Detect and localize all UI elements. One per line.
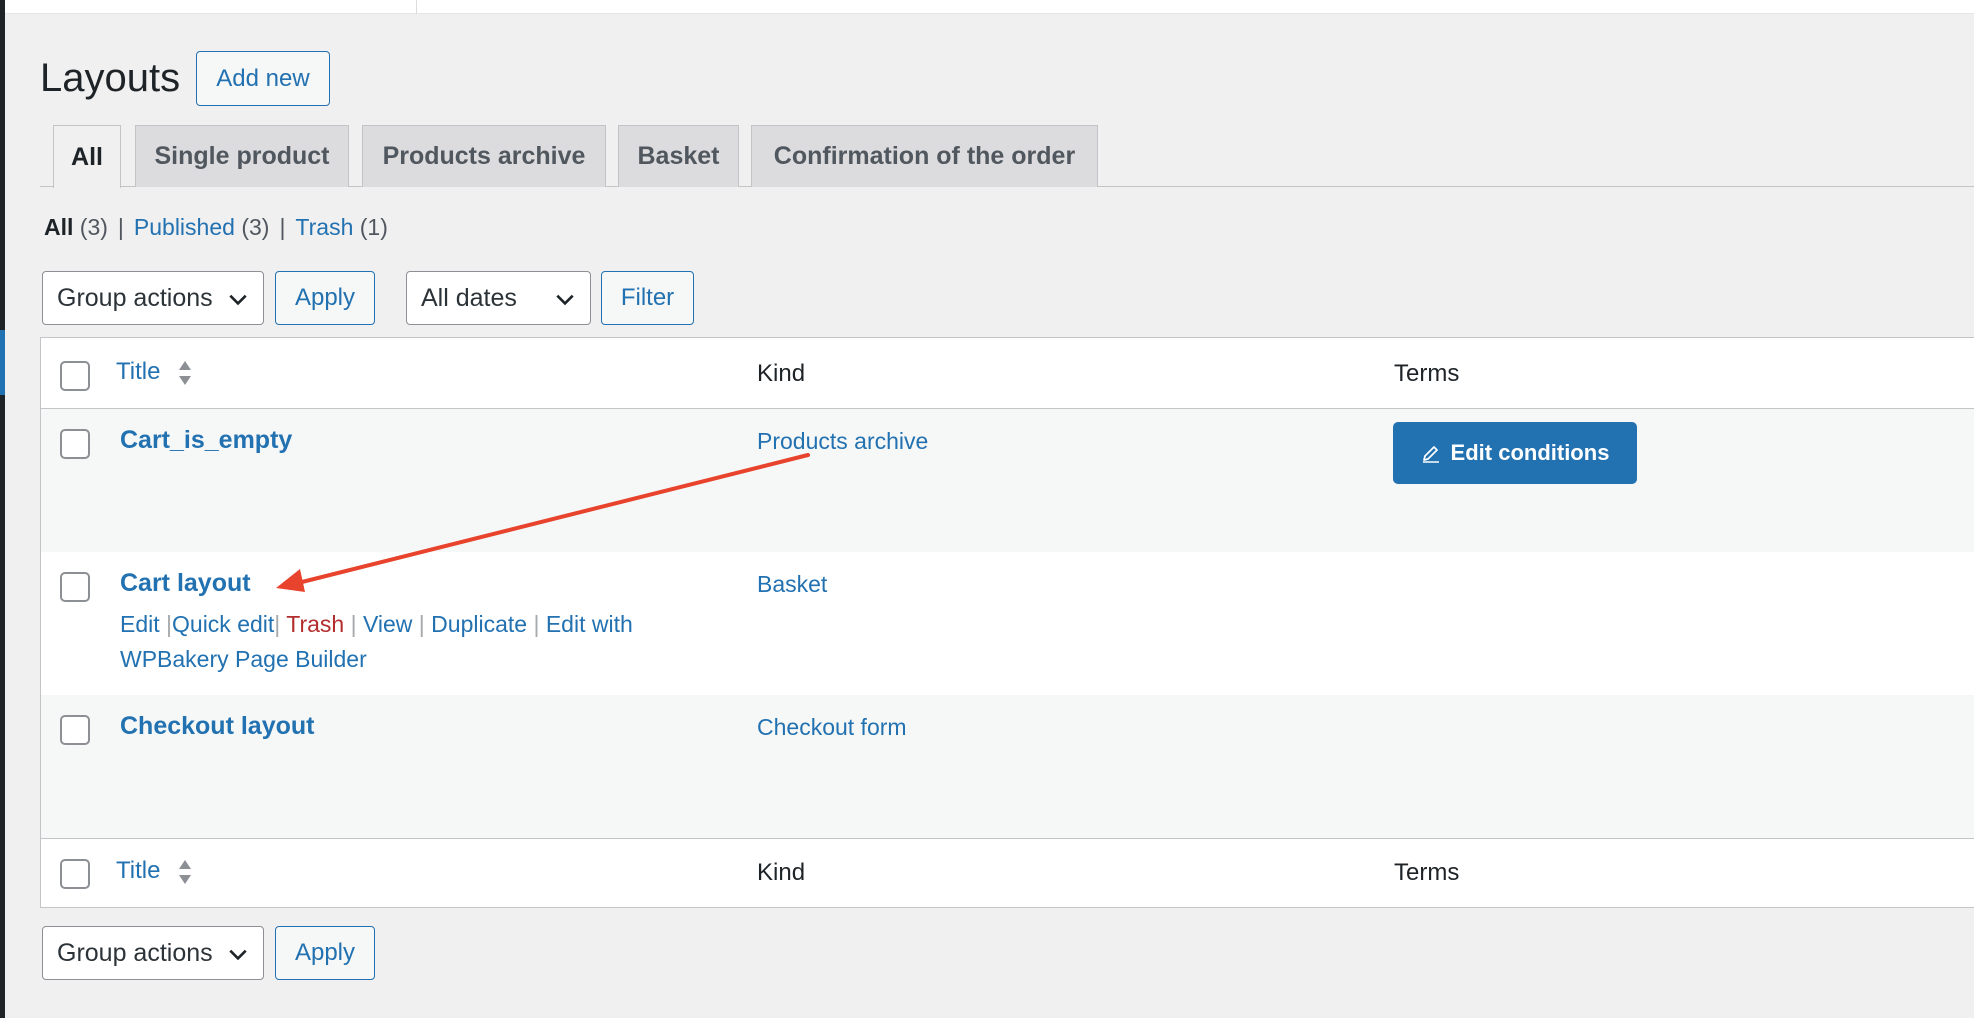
row-action-separator: | <box>274 611 281 637</box>
tab-basket[interactable]: Basket <box>618 125 739 187</box>
column-terms: Terms <box>1394 360 1460 387</box>
row-actions: Edit |Quick edit| Trash | View | Duplica… <box>120 607 700 677</box>
view-separator: | <box>279 214 286 240</box>
row-title-link[interactable]: Cart_is_empty <box>120 426 292 455</box>
apply-button-bottom[interactable]: Apply <box>275 926 375 980</box>
select-all-checkbox[interactable] <box>60 361 90 391</box>
tab-confirmation-of-order[interactable]: Confirmation of the order <box>751 125 1098 187</box>
top-strip-divider <box>416 0 417 14</box>
row-action-separator: | <box>418 611 425 637</box>
edit-conditions-button[interactable]: Edit conditions <box>1393 422 1637 484</box>
row-kind-link[interactable]: Products archive <box>757 428 928 455</box>
view-trash-link[interactable]: Trash <box>295 214 353 240</box>
row-action-separator: | <box>533 611 540 637</box>
chevron-down-icon <box>229 294 247 306</box>
column-terms-footer: Terms <box>1394 859 1460 886</box>
row-action-trash[interactable]: Trash <box>286 611 344 637</box>
dates-filter-select[interactable]: All dates <box>406 271 591 325</box>
apply-button-top[interactable]: Apply <box>275 271 375 325</box>
row-checkbox[interactable] <box>60 572 90 602</box>
column-title-sort-link[interactable]: Title <box>116 358 160 386</box>
table-footer: Title Kind Terms <box>41 839 1974 907</box>
admin-top-strip <box>5 0 1974 14</box>
row-checkbox[interactable] <box>60 715 90 745</box>
chevron-down-icon <box>229 949 247 961</box>
row-checkbox[interactable] <box>60 429 90 459</box>
row-action-quick-edit[interactable]: Quick edit <box>172 611 274 637</box>
view-published-count: (3) <box>241 214 270 240</box>
admin-sidebar-edge <box>0 0 5 1018</box>
column-kind: Kind <box>757 360 806 387</box>
row-action-view[interactable]: View <box>363 611 412 637</box>
sort-arrows-icon[interactable] <box>177 858 193 886</box>
status-filter-links: All (3) | Published (3) | Trash (1) <box>44 212 388 242</box>
view-published-link[interactable]: Published <box>134 214 235 240</box>
tab-all[interactable]: All <box>53 125 121 188</box>
row-kind-link[interactable]: Basket <box>757 571 827 598</box>
bulk-actions-select-top[interactable]: Group actions <box>42 271 264 325</box>
bulk-actions-value: Group actions <box>57 938 213 967</box>
view-all-link[interactable]: All <box>44 214 73 240</box>
table-row: Cart_is_empty Products archive Edit cond… <box>41 409 1974 552</box>
page-title: Layouts <box>40 56 181 100</box>
dates-filter-value: All dates <box>421 283 517 312</box>
row-action-duplicate[interactable]: Duplicate <box>431 611 527 637</box>
table-row: Checkout layout Checkout form <box>41 695 1974 838</box>
select-all-checkbox-footer[interactable] <box>60 859 90 889</box>
view-separator: | <box>117 214 124 240</box>
table-row: Cart layout Edit |Quick edit| Trash | Vi… <box>41 552 1974 695</box>
table-header: Title Kind Terms <box>41 338 1974 408</box>
row-action-edit[interactable]: Edit <box>120 611 160 637</box>
view-all-count: (3) <box>79 214 108 240</box>
row-title-link[interactable]: Cart layout <box>120 569 251 598</box>
row-title-link[interactable]: Checkout layout <box>120 712 314 741</box>
sort-arrows-icon[interactable] <box>177 359 193 387</box>
chevron-down-icon <box>556 294 574 306</box>
row-kind-link[interactable]: Checkout form <box>757 714 907 741</box>
tab-products-archive[interactable]: Products archive <box>362 125 606 187</box>
view-trash-count: (1) <box>359 214 388 240</box>
bulk-actions-value: Group actions <box>57 283 213 312</box>
filter-button[interactable]: Filter <box>601 271 694 325</box>
layouts-table: Title Kind Terms Cart_is_empty Products … <box>40 337 1974 908</box>
tab-single-product[interactable]: Single product <box>135 125 349 187</box>
edit-conditions-label: Edit conditions <box>1450 440 1610 465</box>
row-action-separator: | <box>350 611 357 637</box>
column-title-sort-link-footer[interactable]: Title <box>116 857 160 885</box>
admin-sidebar-active-marker <box>0 330 5 395</box>
add-new-button[interactable]: Add new <box>196 51 330 106</box>
bulk-actions-select-bottom[interactable]: Group actions <box>42 926 264 980</box>
pencil-icon <box>1422 446 1439 463</box>
column-kind-footer: Kind <box>757 859 806 886</box>
